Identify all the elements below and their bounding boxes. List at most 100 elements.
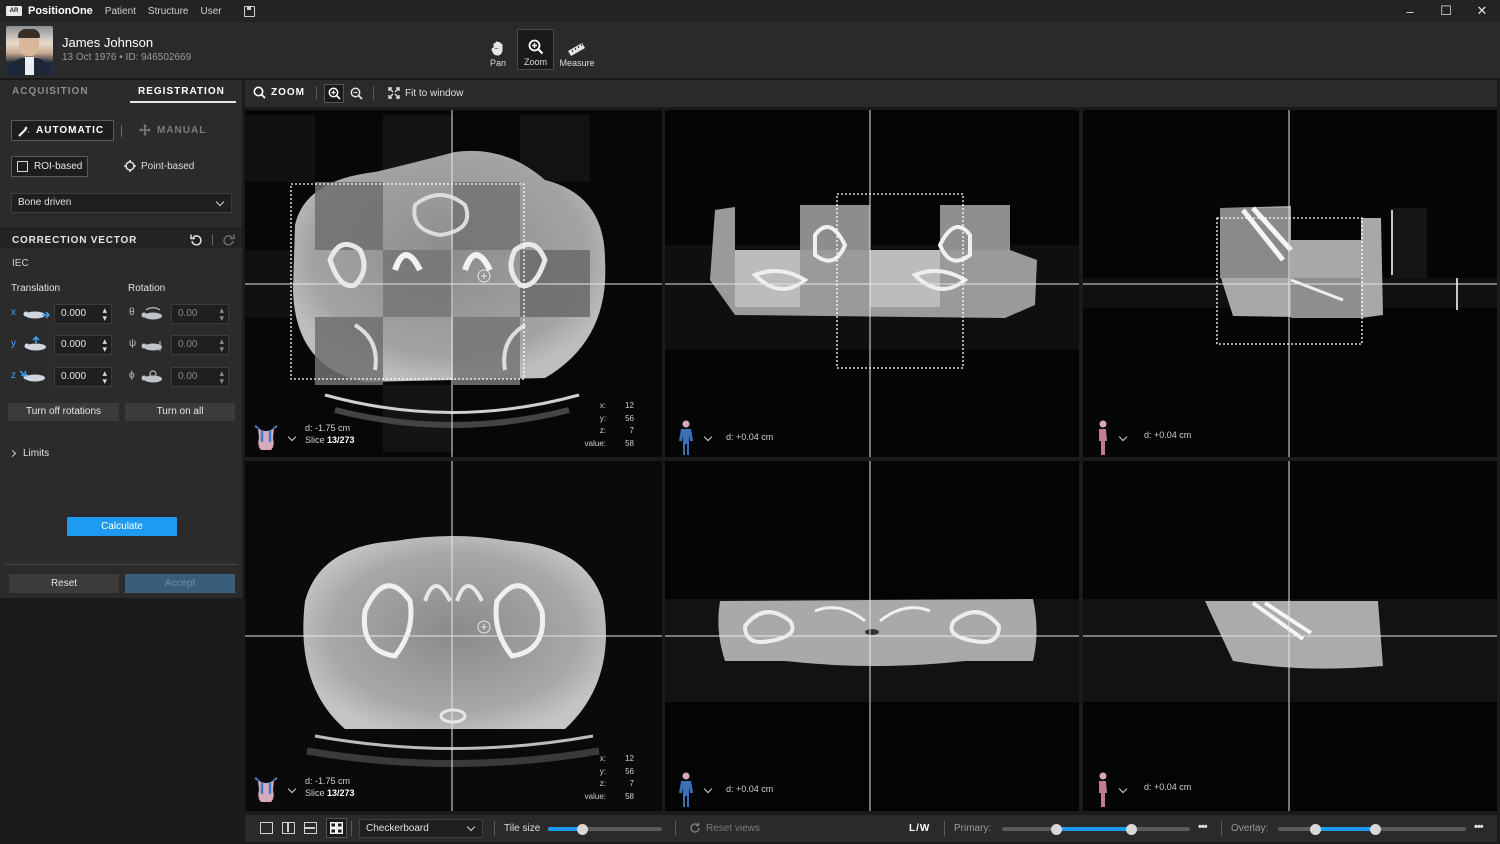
overlay-range-max-handle[interactable] [1370,824,1382,835]
slice-label: Slice [305,788,325,798]
magic-wand-icon [18,125,30,137]
translation-x-input[interactable]: 0.000 ▴ ▾ [54,304,112,324]
rotation-psi-stepper[interactable]: ▴ ▾ [219,337,224,354]
vector-row-z: z 0.000 ▴ ▾ ϕ 0.00 ▴ ▾ [0,367,242,389]
roi-based-button[interactable]: ROI-based [11,156,88,177]
patient-torso-icon [254,425,278,450]
zoom-label: Zoom [523,57,547,67]
undo-icon[interactable] [190,233,203,246]
maximize-button[interactable]: ☐ [1428,0,1464,22]
viewport-axial-top[interactable]: d: -1.75 cm Slice 13/273 x: 12 y: 56 z: 7 v… [245,110,662,457]
primary-more-button[interactable]: ••• [1198,821,1208,833]
point-based-button[interactable]: Point-based [124,160,194,172]
undo-redo-separator [212,234,213,245]
calculate-button[interactable]: Calculate [67,517,177,536]
tile-size-slider-handle[interactable] [576,824,588,835]
menu-user[interactable]: User [201,6,222,17]
patient-figure-icon [679,420,693,455]
menu-patient[interactable]: Patient [105,6,136,17]
manual-label: MANUAL [157,124,207,136]
reset-views-button[interactable]: Reset views [689,822,760,834]
orientation-selector-axial-top[interactable] [253,424,297,452]
tab-acquisition[interactable]: ACQUISITION [12,86,89,97]
coronal-ct-image [665,461,1079,811]
orientation-selector-axial-bottom[interactable] [253,776,297,804]
patient-side-figure-icon [1099,420,1107,455]
preset-value: Bone driven [18,197,72,208]
patient-figure-icon [679,772,693,807]
rotation-phi-input[interactable]: 0.00 ▴ ▾ [171,367,229,387]
registration-panel: ACQUISITION REGISTRATION AUTOMATIC MANUA… [0,80,242,598]
translation-axis-z: z [11,370,16,381]
orientation-selector-coronal-bottom[interactable] [677,772,713,808]
layout-two-rows-icon[interactable] [304,822,317,834]
turn-on-all-button[interactable]: Turn on all [125,403,235,421]
overlay-more-button[interactable]: ••• [1474,821,1484,833]
primary-range-min-handle[interactable] [1051,824,1063,835]
rotation-psi-input[interactable]: 0.00 ▴ ▾ [171,335,229,355]
rotation-theta-stepper[interactable]: ▴ ▾ [219,306,224,323]
translation-y-input[interactable]: 0.000 ▴ ▾ [54,335,112,355]
move-icon [139,124,151,136]
fit-to-window-button[interactable]: Fit to window [388,87,463,99]
zoom-tool-button[interactable]: Zoom [517,29,554,70]
pan-label: Pan [489,58,506,68]
rotation-theta-input[interactable]: 0.00 ▴ ▾ [171,304,229,324]
chevron-down-icon [703,432,713,441]
primary-range-max-handle[interactable] [1126,824,1138,835]
overlay-range-fill [1315,827,1376,831]
chevron-down-icon [215,197,225,207]
sagittal-checkerboard-image [1083,110,1497,457]
viewport-axial-bottom[interactable]: d: -1.75 cm Slice 13/273 x: 12 y: 56 z: 7 v… [245,461,662,811]
translation-x-stepper[interactable]: ▴ ▾ [102,306,107,323]
translation-axis-x: x [11,307,16,318]
limits-expander[interactable]: Limits [8,448,50,459]
automatic-mode-button[interactable]: AUTOMATIC [11,120,114,141]
minimize-button[interactable]: – [1392,0,1428,22]
close-button[interactable]: ✕ [1464,0,1500,22]
crosshair-icon [124,160,136,172]
registration-preset-select[interactable]: Bone driven [11,193,232,213]
translation-z-stepper[interactable]: ▴ ▾ [102,369,107,386]
orientation-selector-sagittal-top[interactable] [1096,420,1128,456]
tab-registration[interactable]: REGISTRATION [138,86,225,97]
zoom-in-button[interactable] [324,84,344,103]
translation-z-input[interactable]: 0.000 ▴ ▾ [54,367,112,387]
window-controls: – ☐ ✕ [1392,0,1500,22]
overlay-mode-select[interactable]: Checkerboard [359,819,483,838]
roi-checkbox[interactable] [17,161,28,172]
orientation-selector-coronal-top[interactable] [677,420,713,456]
chevron-down-icon [287,784,297,793]
slice-number: 13/273 [327,435,355,445]
menu-structure[interactable]: Structure [148,6,189,17]
distance-readout: d: -1.75 cm [305,776,351,786]
layout-grid-button[interactable] [326,818,347,838]
zoom-toolbar: ZOOM Fit to window [245,80,1497,107]
layout-single-icon[interactable] [260,822,273,834]
viewport-sagittal-bottom[interactable]: d: +0.04 cm [1083,461,1497,811]
automatic-label: AUTOMATIC [36,125,105,136]
orientation-selector-sagittal-bottom[interactable] [1096,772,1128,808]
viewport-coronal-top[interactable]: d: +0.04 cm [665,110,1079,457]
panel-tabs: ACQUISITION REGISTRATION [0,80,242,104]
rotation-phi-stepper[interactable]: ▴ ▾ [219,369,224,386]
pan-tool-button[interactable]: Pan [484,29,512,70]
zoom-in-icon [328,87,341,100]
zoom-out-button[interactable] [346,84,366,103]
distance-readout-sagittal-bottom: d: +0.04 cm [1144,782,1192,792]
turn-off-rotations-button[interactable]: Turn off rotations [8,403,119,421]
reset-button[interactable]: Reset [9,574,119,593]
overlay-range-min-handle[interactable] [1310,824,1322,835]
layout-two-columns-icon[interactable] [282,822,295,834]
viewport-coronal-bottom[interactable]: d: +0.04 cm [665,461,1079,811]
translation-y-stepper[interactable]: ▴ ▾ [102,337,107,354]
rotation-label: Rotation [128,283,166,294]
measure-tool-button[interactable]: Measure [558,29,596,70]
limits-label: Limits [23,448,50,459]
save-icon[interactable] [243,5,255,17]
accept-button[interactable]: Accept [125,574,235,593]
redo-icon[interactable] [222,233,235,246]
viewport-sagittal-top[interactable]: d: +0.04 cm [1083,110,1497,457]
primary-label: Primary: [954,823,992,834]
manual-mode-button[interactable]: MANUAL [139,124,206,136]
